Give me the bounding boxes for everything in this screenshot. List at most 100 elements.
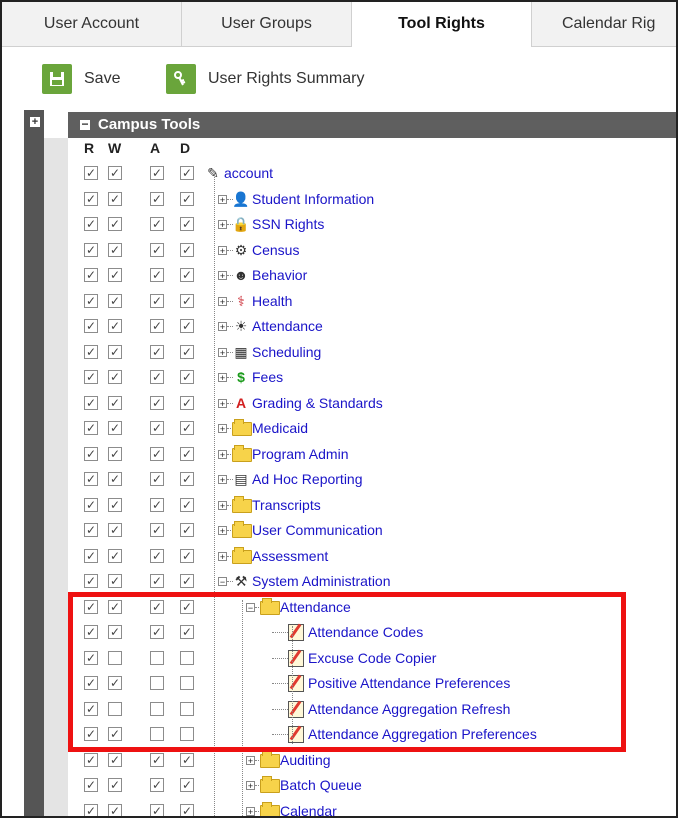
right-checkbox-a[interactable]: [150, 727, 164, 741]
right-checkbox-w[interactable]: ✓: [108, 217, 122, 231]
tree-item-label[interactable]: Excuse Code Copier: [308, 650, 436, 666]
expand-node-icon[interactable]: +: [218, 347, 227, 357]
tree-item-label[interactable]: Student Information: [252, 191, 374, 207]
right-checkbox-w[interactable]: ✓: [108, 778, 122, 792]
collapse-node-icon[interactable]: −: [246, 602, 255, 612]
right-checkbox-d[interactable]: ✓: [180, 574, 194, 588]
right-checkbox-r[interactable]: ✓: [84, 319, 98, 333]
right-checkbox-w[interactable]: ✓: [108, 395, 122, 410]
right-checkbox-d[interactable]: [180, 650, 194, 665]
right-checkbox-r[interactable]: ✓: [84, 752, 98, 767]
right-checkbox-r[interactable]: ✓: [84, 217, 98, 231]
right-checkbox-a[interactable]: ✓: [150, 497, 164, 512]
tree-item-label[interactable]: Fees: [252, 369, 283, 385]
expand-node-icon[interactable]: +: [218, 424, 227, 434]
right-checkbox-w[interactable]: [108, 650, 122, 665]
expand-node-icon[interactable]: +: [218, 322, 227, 332]
tab-tool-rights[interactable]: Tool Rights: [352, 2, 532, 47]
right-checkbox-d[interactable]: ✓: [180, 523, 194, 537]
right-checkbox-w[interactable]: ✓: [108, 803, 122, 816]
tree-item-label[interactable]: Attendance: [280, 599, 351, 615]
right-checkbox-r[interactable]: ✓: [84, 370, 98, 384]
tree-item-label[interactable]: Attendance Aggregation Preferences: [308, 726, 537, 742]
right-checkbox-a[interactable]: ✓: [150, 395, 164, 410]
user-rights-summary-button[interactable]: User Rights Summary: [166, 64, 364, 94]
right-checkbox-d[interactable]: ✓: [180, 370, 194, 384]
expand-node-icon[interactable]: +: [218, 551, 227, 561]
right-checkbox-r[interactable]: ✓: [84, 166, 98, 180]
tree-item-label[interactable]: Attendance: [252, 318, 323, 334]
tree-item-label[interactable]: Assessment: [252, 548, 328, 564]
right-checkbox-w[interactable]: ✓: [108, 344, 122, 359]
right-checkbox-w[interactable]: ✓: [108, 574, 122, 588]
right-checkbox-a[interactable]: ✓: [150, 523, 164, 537]
right-checkbox-d[interactable]: ✓: [180, 191, 194, 206]
right-checkbox-r[interactable]: ✓: [84, 599, 98, 614]
expand-node-icon[interactable]: +: [218, 296, 227, 306]
expand-node-icon[interactable]: +: [218, 398, 227, 408]
tree-item-label[interactable]: SSN Rights: [252, 216, 324, 232]
tree-item-label[interactable]: Scheduling: [252, 344, 321, 360]
expand-node-icon[interactable]: +: [218, 220, 227, 230]
right-checkbox-a[interactable]: [150, 701, 164, 716]
right-checkbox-r[interactable]: ✓: [84, 701, 98, 716]
right-checkbox-w[interactable]: ✓: [108, 676, 122, 690]
right-checkbox-a[interactable]: ✓: [150, 574, 164, 588]
tree-item-label[interactable]: Health: [252, 293, 292, 309]
tree-item-label[interactable]: Grading & Standards: [252, 395, 383, 411]
right-checkbox-a[interactable]: ✓: [150, 421, 164, 435]
campus-tools-header[interactable]: − Campus Tools: [68, 112, 676, 138]
tree-item-label[interactable]: Calendar: [280, 803, 337, 817]
right-checkbox-d[interactable]: ✓: [180, 293, 194, 308]
right-checkbox-d[interactable]: [180, 676, 194, 690]
right-checkbox-w[interactable]: ✓: [108, 599, 122, 614]
tree-item-label[interactable]: Positive Attendance Preferences: [308, 675, 510, 691]
expand-node-icon[interactable]: +: [246, 755, 255, 765]
right-checkbox-r[interactable]: ✓: [84, 523, 98, 537]
tree-item-label[interactable]: Ad Hoc Reporting: [252, 471, 363, 487]
right-checkbox-a[interactable]: ✓: [150, 344, 164, 359]
right-checkbox-a[interactable]: [150, 676, 164, 690]
tree-item-label[interactable]: Auditing: [280, 752, 331, 768]
collapse-node-icon[interactable]: −: [218, 577, 227, 587]
right-checkbox-r[interactable]: ✓: [84, 344, 98, 359]
tab-user-account[interactable]: User Account: [2, 2, 182, 46]
right-checkbox-d[interactable]: ✓: [180, 497, 194, 512]
right-checkbox-r[interactable]: ✓: [84, 421, 98, 435]
right-checkbox-a[interactable]: ✓: [150, 191, 164, 206]
right-checkbox-a[interactable]: ✓: [150, 472, 164, 486]
right-checkbox-a[interactable]: ✓: [150, 166, 164, 180]
expand-node-icon[interactable]: +: [218, 271, 227, 281]
right-checkbox-r[interactable]: ✓: [84, 778, 98, 792]
right-checkbox-d[interactable]: ✓: [180, 242, 194, 257]
right-checkbox-r[interactable]: ✓: [84, 472, 98, 486]
tree-item-label[interactable]: User Communication: [252, 522, 383, 538]
right-checkbox-w[interactable]: ✓: [108, 625, 122, 639]
tree-item-label[interactable]: Medicaid: [252, 420, 308, 436]
right-checkbox-w[interactable]: ✓: [108, 370, 122, 384]
right-checkbox-w[interactable]: ✓: [108, 752, 122, 767]
right-checkbox-r[interactable]: ✓: [84, 803, 98, 816]
right-checkbox-d[interactable]: ✓: [180, 344, 194, 359]
expand-node-icon[interactable]: +: [246, 806, 255, 816]
right-checkbox-d[interactable]: ✓: [180, 421, 194, 435]
right-checkbox-a[interactable]: ✓: [150, 370, 164, 384]
right-checkbox-d[interactable]: [180, 701, 194, 716]
right-checkbox-w[interactable]: ✓: [108, 191, 122, 206]
expand-node-icon[interactable]: +: [218, 373, 227, 383]
expand-node-icon[interactable]: +: [218, 449, 227, 459]
right-checkbox-d[interactable]: ✓: [180, 548, 194, 563]
right-checkbox-r[interactable]: ✓: [84, 625, 98, 639]
right-checkbox-d[interactable]: ✓: [180, 778, 194, 792]
right-checkbox-d[interactable]: ✓: [180, 599, 194, 614]
right-checkbox-d[interactable]: [180, 727, 194, 741]
expand-all-icon[interactable]: +: [30, 117, 40, 128]
right-checkbox-d[interactable]: ✓: [180, 446, 194, 461]
right-checkbox-a[interactable]: ✓: [150, 319, 164, 333]
right-checkbox-r[interactable]: ✓: [84, 268, 98, 282]
expand-node-icon[interactable]: +: [218, 194, 227, 204]
right-checkbox-a[interactable]: ✓: [150, 778, 164, 792]
right-checkbox-a[interactable]: ✓: [150, 242, 164, 257]
tab-user-groups[interactable]: User Groups: [182, 2, 352, 46]
tree-item-label[interactable]: System Administration: [252, 573, 391, 589]
